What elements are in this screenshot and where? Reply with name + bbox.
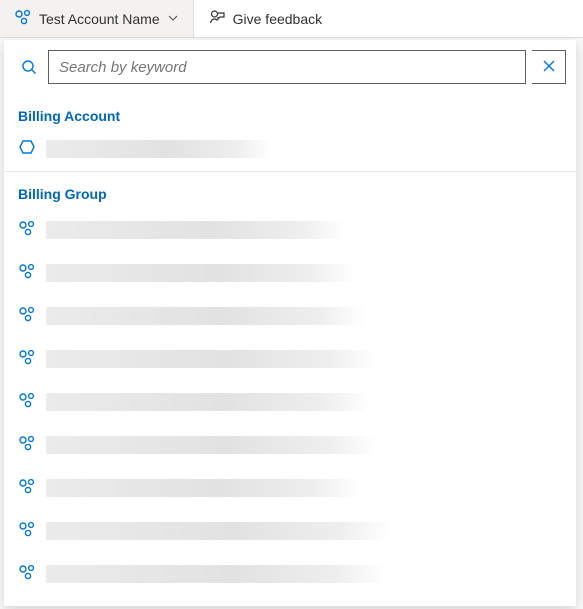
billing-group-section: Billing Group [4, 172, 576, 599]
give-feedback-button[interactable]: Give feedback [194, 0, 337, 37]
toolbar: Test Account Name Give feedback [0, 0, 583, 38]
give-feedback-label: Give feedback [233, 11, 323, 27]
billing-group-item-label [46, 479, 361, 497]
billing-account-section: Billing Account [4, 94, 576, 172]
account-scope-selector[interactable]: Test Account Name [0, 0, 194, 37]
billing-group-item[interactable] [4, 509, 576, 552]
hexagon-icon [18, 138, 36, 159]
billing-group-header: Billing Group [4, 176, 576, 208]
billing-group-icon [18, 262, 36, 283]
billing-group-item[interactable] [4, 337, 576, 380]
billing-group-item[interactable] [4, 380, 576, 423]
search-icon [16, 58, 42, 76]
billing-group-item[interactable] [4, 208, 576, 251]
billing-account-header: Billing Account [4, 98, 576, 130]
clear-search-button[interactable] [532, 50, 566, 84]
billing-group-item[interactable] [4, 552, 576, 595]
search-row [4, 40, 576, 94]
account-scope-label: Test Account Name [39, 11, 160, 27]
billing-group-icon [18, 348, 36, 369]
billing-group-icon [18, 305, 36, 326]
billing-group-item[interactable] [4, 251, 576, 294]
billing-group-icon [18, 434, 36, 455]
billing-group-item[interactable] [4, 294, 576, 337]
scope-list-scroll[interactable]: Billing Account Billing Group [4, 94, 576, 606]
billing-group-item-label [46, 221, 346, 239]
billing-group-item[interactable] [4, 466, 576, 509]
billing-group-icon [18, 520, 36, 541]
billing-group-icon [18, 477, 36, 498]
billing-group-item-label [46, 565, 386, 583]
billing-group-item-label [46, 307, 366, 325]
billing-group-item-label [46, 264, 356, 282]
chevron-down-icon [167, 11, 179, 27]
billing-group-icon [18, 563, 36, 584]
billing-account-item-label [46, 140, 271, 158]
search-input-container[interactable] [48, 50, 526, 84]
billing-group-item-label [46, 436, 376, 454]
billing-group-icon [18, 219, 36, 240]
close-icon [541, 58, 557, 77]
billing-account-item[interactable] [4, 130, 576, 167]
search-input[interactable] [59, 59, 515, 76]
billing-group-item[interactable] [4, 423, 576, 466]
scope-dropdown-panel: Billing Account Billing Group [4, 40, 576, 606]
feedback-icon [208, 8, 226, 29]
billing-group-icon [14, 8, 32, 29]
billing-group-item-label [46, 393, 371, 411]
billing-group-icon [18, 391, 36, 412]
billing-group-item-label [46, 522, 391, 540]
billing-group-item-label [46, 350, 376, 368]
